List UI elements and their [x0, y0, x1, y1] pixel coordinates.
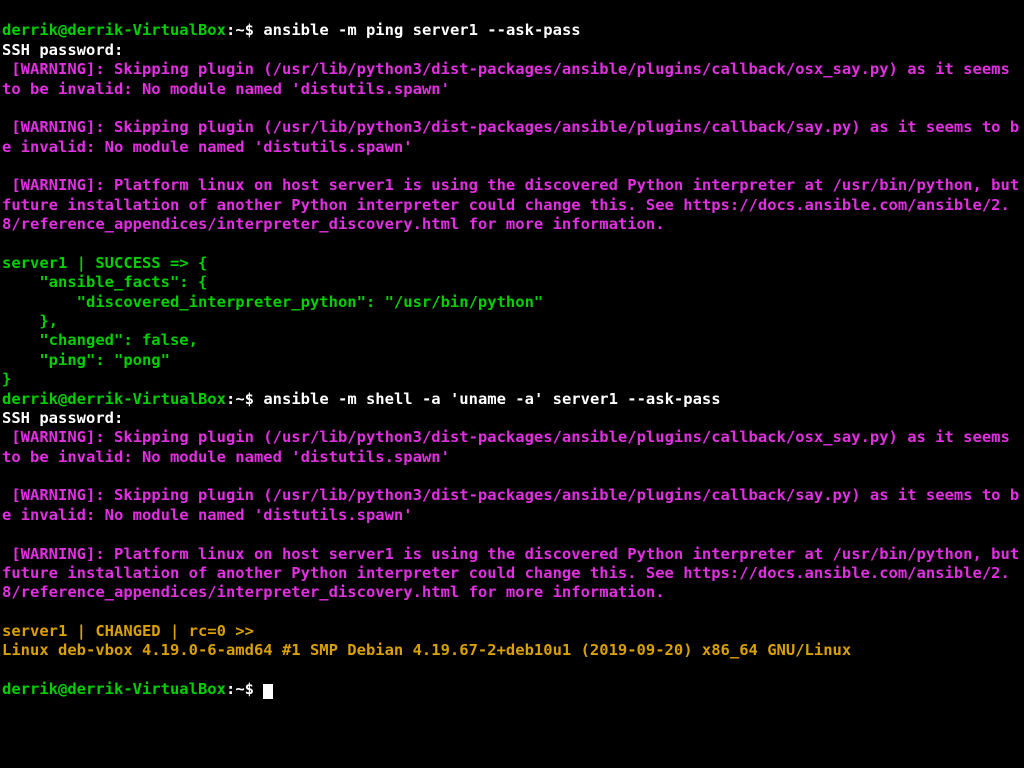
- warning-say-1: [WARNING]: Skipping plugin (/usr/lib/pyt…: [2, 118, 1019, 155]
- warning-interpreter-1: [WARNING]: Platform linux on host server…: [2, 176, 1024, 233]
- terminal-output[interactable]: derrik@derrik-VirtualBox:~$ ansible -m p…: [0, 0, 1024, 702]
- ssh-password-prompt: SSH password:: [2, 41, 123, 59]
- spacer: [2, 118, 11, 136]
- warning-osx-say-1: [WARNING]: Skipping plugin (/usr/lib/pyt…: [2, 60, 1019, 97]
- spacer: [2, 545, 11, 563]
- spacer: [2, 428, 11, 446]
- prompt-sep: :: [226, 680, 235, 698]
- spacer: [2, 486, 11, 504]
- command-2: ansible -m shell -a 'uname -a' server1 -…: [263, 390, 720, 408]
- prompt-user-host: derrik@derrik-VirtualBox: [2, 680, 226, 698]
- ansible-success-output: server1 | SUCCESS => { "ansible_facts": …: [2, 254, 543, 388]
- spacer: [2, 60, 11, 78]
- prompt-path: ~: [235, 680, 244, 698]
- warning-interpreter-2: [WARNING]: Platform linux on host server…: [2, 545, 1024, 602]
- prompt-path: ~: [235, 21, 244, 39]
- ansible-changed-header: server1 | CHANGED | rc=0 >>: [2, 622, 254, 640]
- prompt-user-host: derrik@derrik-VirtualBox: [2, 390, 226, 408]
- prompt-sep: :: [226, 21, 235, 39]
- spacer: [2, 176, 11, 194]
- prompt-dollar: $: [245, 21, 264, 39]
- prompt-path: ~: [235, 390, 244, 408]
- cursor[interactable]: [263, 684, 272, 700]
- command-1: ansible -m ping server1 --ask-pass: [263, 21, 580, 39]
- prompt-dollar: $: [245, 390, 264, 408]
- prompt-dollar: $: [245, 680, 264, 698]
- warning-say-2: [WARNING]: Skipping plugin (/usr/lib/pyt…: [2, 486, 1019, 523]
- prompt-sep: :: [226, 390, 235, 408]
- warning-osx-say-2: [WARNING]: Skipping plugin (/usr/lib/pyt…: [2, 428, 1019, 465]
- uname-output: Linux deb-vbox 4.19.0-6-amd64 #1 SMP Deb…: [2, 641, 851, 659]
- prompt-user-host: derrik@derrik-VirtualBox: [2, 21, 226, 39]
- ssh-password-prompt: SSH password:: [2, 409, 123, 427]
